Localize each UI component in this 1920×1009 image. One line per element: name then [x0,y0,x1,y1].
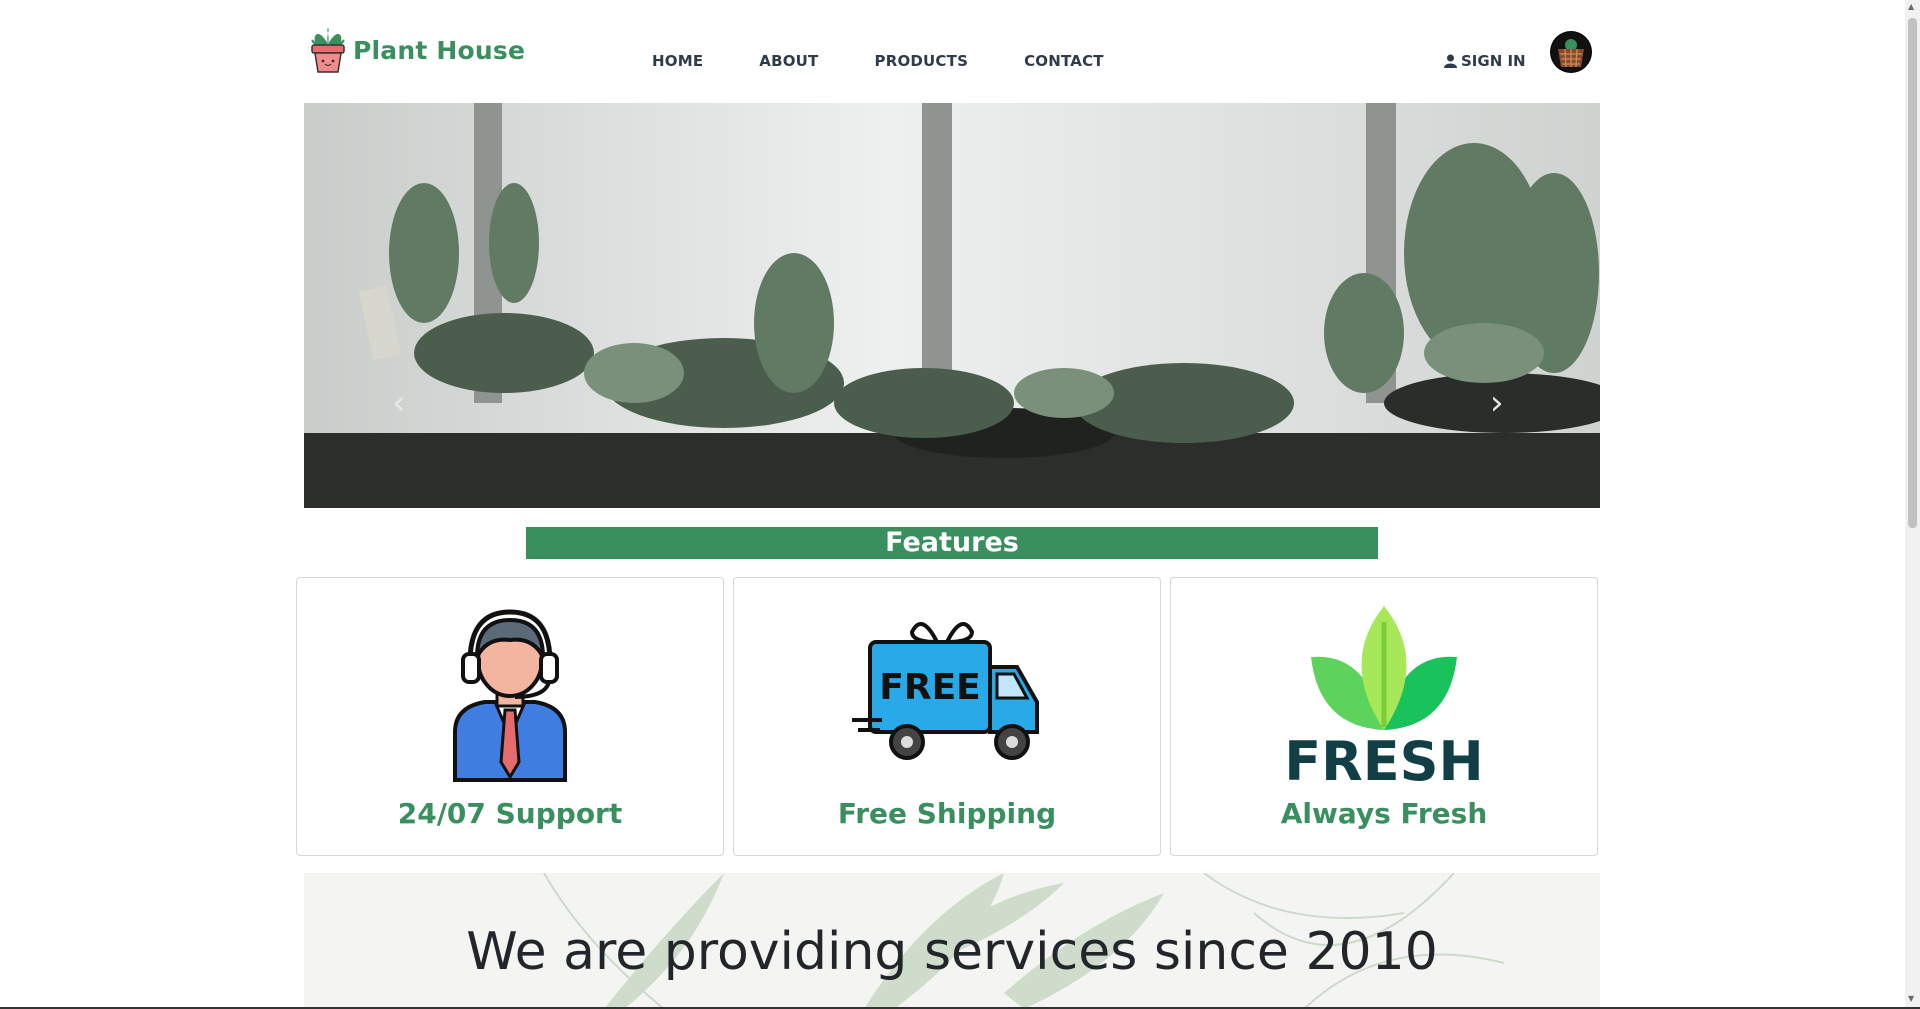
page-scrollbar[interactable]: ▲ ▼ [1905,0,1920,1009]
user-icon [1444,54,1457,68]
services-section: We are providing services since 2010 [304,873,1600,1009]
delivery-truck-icon: FREE [852,622,1039,760]
sign-in-label: SIGN IN [1461,52,1526,70]
feature-card-fresh: FRESH Always Fresh [1170,577,1598,856]
brand-name: Plant House [353,35,526,65]
scroll-up-icon[interactable]: ▲ [1908,2,1914,11]
nav-contact[interactable]: CONTACT [1024,52,1104,70]
basket-icon[interactable] [1550,31,1592,73]
feature-card-shipping: FREE Free Shipping [733,577,1161,856]
feature-card-support: 24/07 Support [296,577,724,856]
fresh-badge: FRESH [1289,730,1479,782]
basket-graphic [1551,32,1591,72]
hero-image [304,103,1600,508]
feature-label-support: 24/07 Support [397,797,623,830]
free-badge: FREE [879,667,981,708]
brand-logo[interactable]: Plant House [309,26,525,74]
nav-home[interactable]: HOME [652,52,703,70]
chevron-right-icon[interactable]: › [1490,383,1504,423]
chevron-left-icon[interactable]: ‹ [392,383,406,423]
nav-products[interactable]: PRODUCTS [875,52,969,70]
services-heading: We are providing services since 2010 [466,922,1438,982]
scroll-thumb[interactable] [1908,18,1917,528]
feature-label-fresh: Always Fresh [1280,797,1488,830]
fresh-leaf-icon: FRESH [1289,606,1479,782]
feature-label-shipping: Free Shipping [837,797,1057,830]
potted-plant-icon [311,28,345,73]
sign-in-link[interactable]: SIGN IN [1444,52,1526,70]
features-title: Features [526,527,1378,559]
hero-carousel[interactable]: ‹ › [304,103,1600,508]
support-agent-icon [453,609,567,782]
nav-about[interactable]: ABOUT [759,52,818,70]
main-nav: HOME ABOUT PRODUCTS CONTACT [652,52,1104,70]
scroll-down-icon[interactable]: ▼ [1908,994,1914,1003]
